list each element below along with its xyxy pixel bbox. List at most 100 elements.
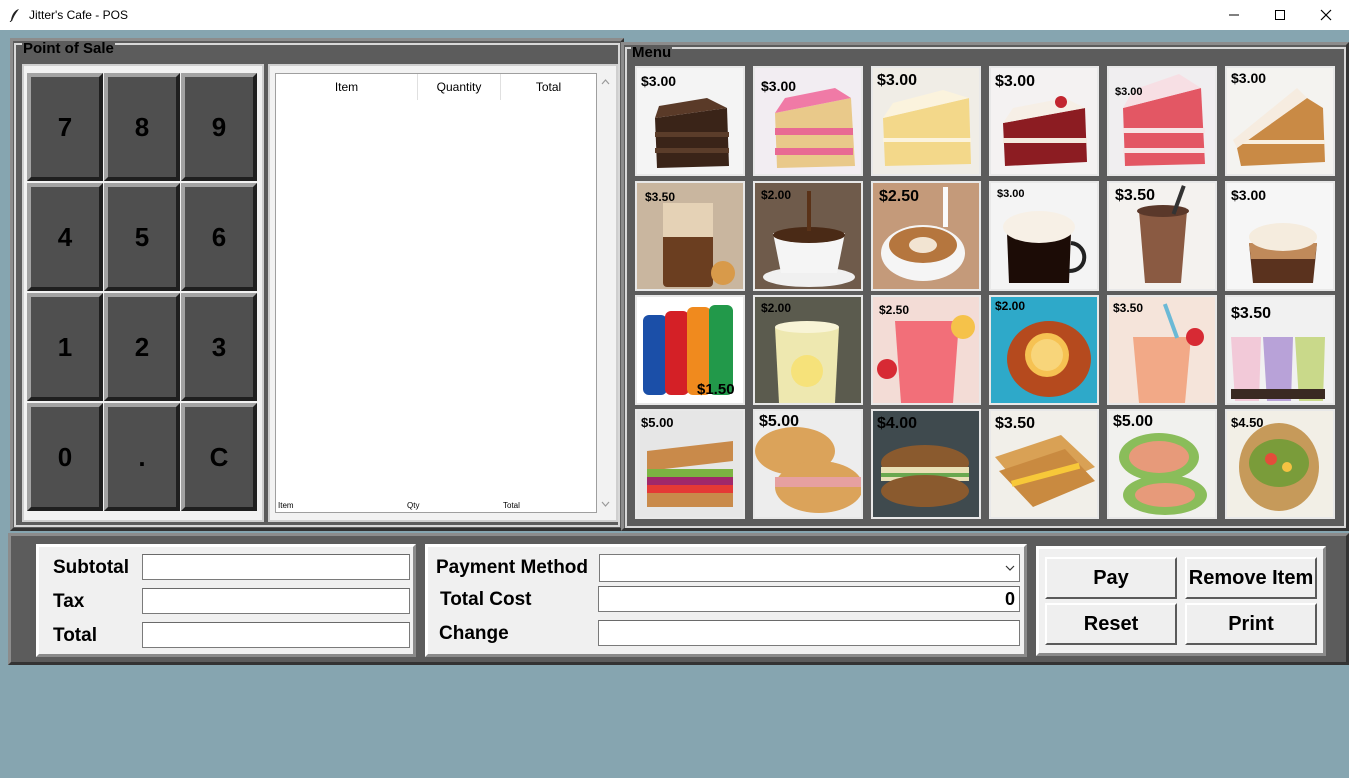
price-label: $3.50 [1113, 301, 1144, 315]
payment-panel: Payment Method Total Cost 0 Change [425, 544, 1027, 657]
price-label: $3.00 [997, 188, 1025, 200]
order-list-panel: Item Quantity Total Item Qty Total [268, 64, 618, 522]
actions-panel: Pay Remove Item Reset Print [1036, 546, 1326, 656]
menu-item-bubble-tea[interactable]: $3.50 [1225, 295, 1335, 405]
price-label: $3.00 [1231, 70, 1267, 86]
menu-item-ham-sandwich[interactable]: $5.00 [753, 409, 863, 519]
window-title: Jitter's Cafe - POS [29, 8, 128, 22]
key-clear[interactable]: C [181, 403, 257, 511]
footer-total-label: Total [503, 501, 520, 510]
price-label: $2.00 [761, 301, 792, 315]
key-2[interactable]: 2 [104, 293, 180, 401]
menu-item-vanilla-cake[interactable]: $3.00 [871, 66, 981, 176]
menu-item-carrot-cake[interactable]: $3.00 [1225, 66, 1335, 176]
key-4[interactable]: 4 [27, 183, 103, 291]
price-label: $3.50 [645, 190, 676, 204]
list-footer: Item Qty Total [276, 500, 596, 513]
chevron-down-icon[interactable] [1005, 561, 1015, 580]
close-icon [1320, 9, 1332, 21]
menu-item-strawberry-cake[interactable]: $3.00 [753, 66, 863, 176]
menu-item-chocolate-cake[interactable]: $3.00 [635, 66, 745, 176]
menu-item-soda[interactable]: $1.50 [635, 295, 745, 405]
subtotal-label: Subtotal [53, 557, 129, 578]
pay-button[interactable]: Pay [1045, 557, 1177, 599]
footer-item-label: Item [278, 501, 294, 510]
footer-qty-label: Qty [407, 501, 420, 510]
minimize-icon [1229, 14, 1239, 16]
key-9[interactable]: 9 [181, 73, 257, 181]
price-label: $3.00 [1115, 86, 1143, 98]
print-button[interactable]: Print [1185, 603, 1317, 645]
tax-field[interactable] [142, 588, 410, 614]
price-label: $5.00 [759, 413, 800, 430]
payment-method-select[interactable] [599, 554, 1020, 582]
menu-item-latte[interactable]: $2.50 [871, 181, 981, 291]
price-label: $4.00 [877, 415, 918, 432]
total-field[interactable] [142, 622, 410, 648]
menu-item-chocolate-shake[interactable]: $3.50 [1107, 181, 1217, 291]
menu-item-iced-coffee[interactable]: $3.50 [635, 181, 745, 291]
keypad-panel: 7 8 9 4 5 6 1 2 3 0 . C [22, 64, 264, 522]
menu-item-iced-tea[interactable]: $2.00 [989, 295, 1099, 405]
key-5[interactable]: 5 [104, 183, 180, 291]
column-header-total[interactable]: Total [501, 74, 596, 100]
price-label: $2.50 [879, 188, 920, 205]
column-header-quantity[interactable]: Quantity [418, 74, 501, 100]
reset-button[interactable]: Reset [1045, 603, 1177, 645]
menu-item-red-velvet-cake[interactable]: $3.00 [989, 66, 1099, 176]
remove-item-button[interactable]: Remove Item [1185, 557, 1317, 599]
menu-item-strawberry-lemonade[interactable]: $2.50 [871, 295, 981, 405]
totals-panel: Subtotal Tax Total [36, 544, 416, 657]
list-scrollbar[interactable] [598, 73, 613, 513]
order-treeview[interactable]: Item Quantity Total Item Qty Total [275, 73, 597, 513]
maximize-icon [1275, 10, 1285, 20]
scroll-up-icon[interactable] [598, 75, 613, 89]
menu-item-chicken-wrap[interactable]: $5.00 [1107, 409, 1217, 519]
menu-item-grilled-cheese[interactable]: $3.50 [989, 409, 1099, 519]
feather-icon [9, 8, 21, 22]
title-bar: Jitter's Cafe - POS [0, 0, 1349, 30]
pink-velvet-cake-image [1109, 68, 1215, 174]
menu-item-mocha[interactable]: $3.00 [1225, 181, 1335, 291]
total-cost-label: Total Cost [440, 589, 532, 610]
point-of-sale-label: Point of Sale [22, 40, 115, 57]
menu-label: Menu [631, 44, 673, 61]
scroll-down-icon[interactable] [598, 497, 613, 511]
price-label: $5.00 [641, 415, 674, 430]
menu-item-smoothie[interactable]: $3.50 [1107, 295, 1217, 405]
price-label: $3.50 [1231, 305, 1272, 322]
price-label: $3.00 [877, 72, 918, 89]
key-decimal[interactable]: . [104, 403, 180, 511]
menu-item-veggie-sandwich[interactable]: $5.00 [635, 409, 745, 519]
key-6[interactable]: 6 [181, 183, 257, 291]
menu-item-lemonade[interactable]: $2.00 [753, 295, 863, 405]
price-label: $3.00 [995, 73, 1036, 90]
price-label: $3.50 [995, 415, 1036, 432]
price-label: $2.50 [879, 303, 910, 317]
menu-item-veggie-wrap[interactable]: $4.50 [1225, 409, 1335, 519]
menu-item-pink-velvet-cake[interactable]: $3.00 [1107, 66, 1217, 176]
price-label: $3.00 [761, 78, 797, 94]
total-cost-field[interactable]: 0 [598, 586, 1020, 612]
menu-item-egg-salad-sandwich[interactable]: $4.00 [871, 409, 981, 519]
price-label: $3.00 [1231, 187, 1267, 203]
key-7[interactable]: 7 [27, 73, 103, 181]
key-3[interactable]: 3 [181, 293, 257, 401]
price-label: $4.50 [1231, 415, 1264, 430]
payment-method-label: Payment Method [436, 557, 589, 578]
change-field[interactable] [598, 620, 1020, 646]
menu-item-espresso[interactable]: $2.00 [753, 181, 863, 291]
close-button[interactable] [1303, 0, 1349, 30]
minimize-button[interactable] [1211, 0, 1257, 30]
price-label: $1.50 [697, 381, 735, 398]
menu-item-irish-coffee[interactable]: $3.00 [989, 181, 1099, 291]
price-label: $2.00 [761, 188, 792, 202]
total-label: Total [53, 625, 97, 646]
key-1[interactable]: 1 [27, 293, 103, 401]
subtotal-field[interactable] [142, 554, 410, 580]
key-0[interactable]: 0 [27, 403, 103, 511]
price-label: $2.00 [995, 299, 1026, 313]
column-header-item[interactable]: Item [276, 74, 418, 100]
key-8[interactable]: 8 [104, 73, 180, 181]
maximize-button[interactable] [1257, 0, 1303, 30]
